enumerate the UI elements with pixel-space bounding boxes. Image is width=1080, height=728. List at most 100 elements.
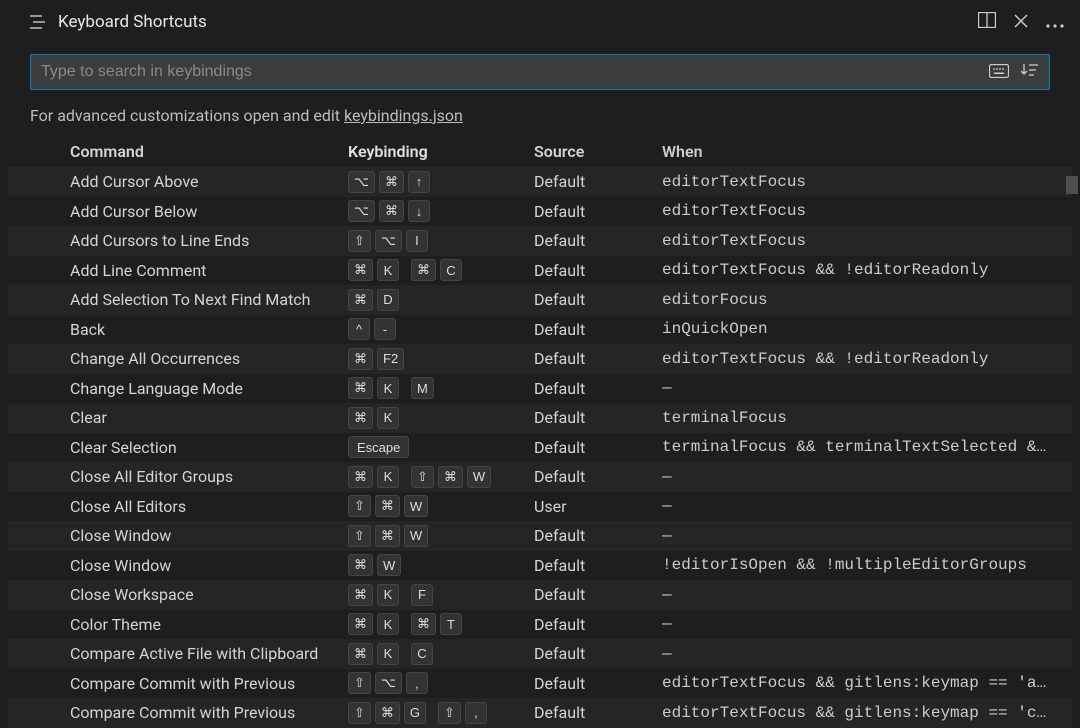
when-cell: editorTextFocus: [662, 232, 1072, 250]
key-cap: ⇧: [411, 466, 434, 488]
header-keybinding[interactable]: Keybinding: [348, 142, 534, 161]
scrollbar-thumb[interactable]: [1066, 176, 1078, 194]
when-cell: !editorIsOpen && !multipleEditorGroups: [662, 556, 1072, 574]
source-cell: Default: [534, 526, 662, 545]
when-cell: inQuickOpen: [662, 320, 1072, 338]
keybinding-cell: ⇧⌘G⇧,: [348, 702, 534, 724]
key-cap: ⇧: [438, 702, 461, 724]
keybinding-cell: ⌘F2: [348, 348, 534, 370]
command-cell: Close Window: [70, 526, 348, 545]
source-cell: Default: [534, 290, 662, 309]
header-command[interactable]: Command: [70, 142, 348, 161]
key-cap: K: [377, 613, 399, 635]
table-row[interactable]: Clear SelectionEscapeDefaultterminalFocu…: [8, 433, 1072, 463]
command-cell: Color Theme: [70, 615, 348, 634]
search-box[interactable]: [30, 54, 1050, 90]
command-cell: Change All Occurrences: [70, 349, 348, 368]
table-row[interactable]: Clear⌘KDefaultterminalFocus: [8, 403, 1072, 433]
source-cell: Default: [534, 231, 662, 250]
menu-icon[interactable]: [30, 15, 46, 29]
key-cap: F: [411, 584, 433, 606]
source-cell: Default: [534, 556, 662, 575]
key-cap: ⌥: [348, 171, 375, 193]
when-cell: editorTextFocus: [662, 173, 1072, 191]
keybinding-cell: ⇧⌘W: [348, 525, 534, 547]
table-row[interactable]: Compare Active File with Clipboard⌘KCDef…: [8, 639, 1072, 669]
table-row[interactable]: Close Window⌘WDefault!editorIsOpen && !m…: [8, 551, 1072, 581]
sort-icon[interactable]: [1021, 62, 1039, 82]
close-icon[interactable]: [1014, 13, 1028, 32]
table-row[interactable]: Back^-DefaultinQuickOpen: [8, 315, 1072, 345]
key-cap: ⌘: [348, 466, 373, 488]
command-cell: Add Cursor Above: [70, 172, 348, 191]
table-row[interactable]: Change All Occurrences⌘F2DefaulteditorTe…: [8, 344, 1072, 374]
table-row[interactable]: Add Line Comment⌘K⌘CDefaulteditorTextFoc…: [8, 256, 1072, 286]
source-cell: Default: [534, 349, 662, 368]
command-cell: Add Cursors to Line Ends: [70, 231, 348, 250]
record-keys-icon[interactable]: [989, 63, 1009, 82]
source-cell: Default: [534, 644, 662, 663]
when-cell: editorFocus: [662, 291, 1072, 309]
table-row[interactable]: Add Selection To Next Find Match⌘DDefaul…: [8, 285, 1072, 315]
header-source[interactable]: Source: [534, 142, 662, 161]
keybindings-json-link[interactable]: keybindings.json: [344, 106, 463, 125]
key-cap: ⌘: [348, 348, 373, 370]
when-cell: editorTextFocus && !editorReadonly: [662, 261, 1072, 279]
table-row[interactable]: Change Language Mode⌘KMDefault—: [8, 374, 1072, 404]
key-cap: K: [377, 407, 399, 429]
key-cap: G: [404, 702, 426, 724]
table-row[interactable]: Add Cursors to Line Ends⇧⌥IDefaulteditor…: [8, 226, 1072, 256]
keybinding-cell: ⌘K⌘C: [348, 259, 534, 281]
table-row[interactable]: Close Window⇧⌘WDefault—: [8, 521, 1072, 551]
key-cap: ⇧: [348, 525, 371, 547]
key-cap: ⌘: [375, 495, 400, 517]
keybinding-cell: ⌘K⌘T: [348, 613, 534, 635]
table-row[interactable]: Close All Editors⇧⌘WUser—: [8, 492, 1072, 522]
keybinding-cell: ^-: [348, 318, 534, 340]
keybinding-cell: ⇧⌥,: [348, 672, 534, 694]
keybinding-cell: ⌘K: [348, 407, 534, 429]
key-cap: ⌘: [348, 259, 373, 281]
table-row[interactable]: Compare Commit with Previous⇧⌘G⇧,Default…: [8, 698, 1072, 728]
keybinding-cell: ⇧⌥I: [348, 230, 534, 252]
keybindings-table: Command Keybinding Source When Add Curso…: [0, 135, 1080, 728]
when-cell: —: [662, 615, 1072, 633]
source-cell: Default: [534, 467, 662, 486]
when-cell: terminalFocus && terminalTextSelected &&…: [662, 438, 1072, 456]
keybinding-cell: ⌘KF: [348, 584, 534, 606]
key-cap: K: [377, 259, 399, 281]
command-cell: Clear: [70, 408, 348, 427]
table-row[interactable]: Add Cursor Above⌥⌘↑DefaulteditorTextFocu…: [8, 167, 1072, 197]
source-cell: Default: [534, 379, 662, 398]
key-cap: K: [377, 466, 399, 488]
key-cap: C: [411, 643, 433, 665]
when-cell: —: [662, 497, 1072, 515]
key-cap: Escape: [348, 436, 409, 458]
split-editor-icon[interactable]: [978, 12, 996, 32]
key-cap: ⌘: [438, 466, 463, 488]
key-cap: -: [374, 318, 396, 340]
table-row[interactable]: Close Workspace⌘KFDefault—: [8, 580, 1072, 610]
keybinding-cell: ⌘KM: [348, 377, 534, 399]
key-cap: ⌘: [379, 200, 404, 222]
key-cap: ⌘: [348, 289, 373, 311]
key-cap: ^: [348, 318, 370, 340]
table-row[interactable]: Close All Editor Groups⌘K⇧⌘WDefault—: [8, 462, 1072, 492]
search-input[interactable]: [41, 63, 981, 81]
table-row[interactable]: Compare Commit with Previous⇧⌥,Defaulted…: [8, 669, 1072, 699]
table-row[interactable]: Color Theme⌘K⌘TDefault—: [8, 610, 1072, 640]
source-cell: Default: [534, 320, 662, 339]
key-cap: ⇧: [348, 672, 371, 694]
source-cell: User: [534, 497, 662, 516]
key-cap: ↓: [408, 200, 430, 222]
key-cap: ⌥: [348, 200, 375, 222]
command-cell: Compare Active File with Clipboard: [70, 644, 348, 663]
more-icon[interactable]: [1046, 13, 1064, 32]
table-header: Command Keybinding Source When: [8, 135, 1072, 167]
command-cell: Compare Commit with Previous: [70, 703, 348, 722]
keybinding-cell: ⇧⌘W: [348, 495, 534, 517]
when-cell: —: [662, 379, 1072, 397]
table-row[interactable]: Add Cursor Below⌥⌘↓DefaulteditorTextFocu…: [8, 197, 1072, 227]
header-when[interactable]: When: [662, 142, 1072, 161]
command-cell: Add Selection To Next Find Match: [70, 290, 348, 309]
